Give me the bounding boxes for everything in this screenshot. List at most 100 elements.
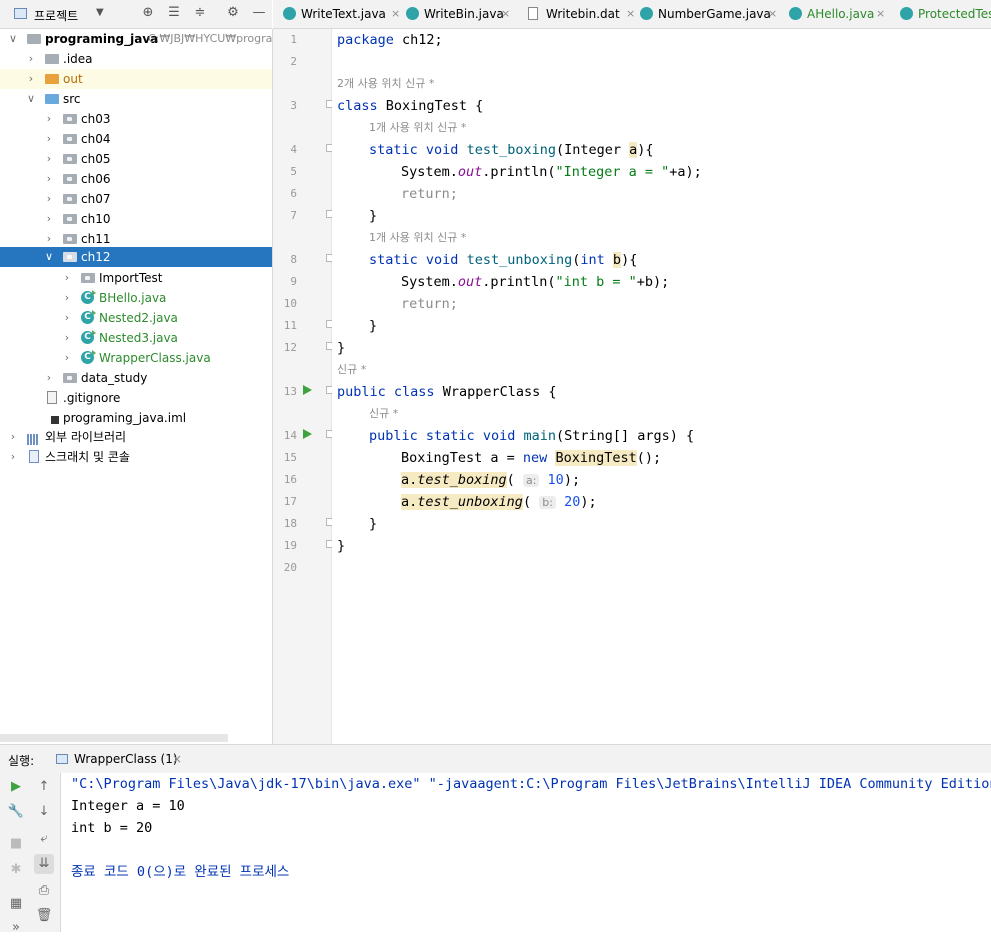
soft-wrap-icon[interactable]: ⤶ (34, 829, 54, 849)
gear-icon[interactable]: ⚙ (225, 5, 241, 21)
tree-item-external-libraries[interactable]: › 외부 라이브러리 (0, 427, 272, 447)
code-text: ; (449, 296, 458, 312)
java-class-icon: C (81, 290, 96, 304)
tab-writetext[interactable]: WriteText.java × (283, 0, 400, 28)
chevron-right-icon[interactable]: › (7, 447, 19, 467)
chevron-right-icon[interactable]: › (25, 49, 37, 69)
tree-item-wrapperclass[interactable]: › C WrapperClass.java (0, 348, 272, 368)
debug-icon[interactable]: ✱ (6, 860, 26, 880)
chevron-down-icon[interactable]: ∨ (25, 89, 37, 109)
tree-item-label: ch05 (81, 152, 111, 166)
down-arrow-icon[interactable]: ↓ (34, 802, 54, 822)
close-icon[interactable]: × (391, 0, 400, 28)
horizontal-scrollbar[interactable] (0, 734, 228, 742)
tree-item-scratches[interactable]: › 스크래치 및 콘솔 (0, 447, 272, 467)
tree-item-nested2[interactable]: › C Nested2.java (0, 308, 272, 328)
tree-item-src[interactable]: ∨ src (0, 89, 272, 109)
tab-writebin[interactable]: WriteBin.java × (406, 0, 516, 28)
new-hint[interactable]: 신규 * (337, 359, 366, 381)
chevron-right-icon[interactable]: › (43, 209, 55, 229)
keyword: static (369, 252, 418, 268)
locate-icon[interactable]: ⊕ (140, 5, 156, 21)
chevron-right-icon[interactable]: › (61, 308, 73, 328)
code-line-15: BoxingTest a = new BoxingTest(); (401, 447, 661, 469)
stop-icon[interactable]: ■ (6, 834, 26, 854)
keyword: static (369, 142, 418, 158)
chevron-down-icon[interactable]: ∨ (43, 247, 55, 267)
chevron-right-icon[interactable]: › (7, 427, 19, 447)
tree-item-ch06[interactable]: › ch06 (0, 169, 272, 189)
chevron-right-icon[interactable]: › (25, 69, 37, 89)
more-icon[interactable]: » (6, 918, 26, 938)
print-icon[interactable]: ⎙ (34, 881, 54, 901)
tree-item-gitignore[interactable]: .gitignore (0, 388, 272, 408)
tree-item-bhello[interactable]: › C BHello.java (0, 288, 272, 308)
close-icon[interactable]: × (172, 752, 182, 766)
usage-hint[interactable]: 2개 사용 위치 신규 * (337, 73, 434, 95)
close-icon[interactable]: × (768, 0, 777, 28)
source-folder-icon (45, 94, 59, 104)
tree-item-ch11[interactable]: › ch11 (0, 229, 272, 249)
package-icon (63, 134, 77, 144)
up-arrow-icon[interactable]: ↑ (34, 777, 54, 797)
wrench-icon[interactable]: 🔧 (6, 802, 26, 822)
chevron-down-icon[interactable]: ▼ (96, 7, 104, 18)
run-tab[interactable]: WrapperClass (1) (74, 752, 178, 766)
method-name: main (523, 428, 557, 444)
tab-writebin-dat[interactable]: Writebin.dat × (528, 0, 638, 28)
layout-icon[interactable]: ▦ (6, 894, 26, 914)
chevron-right-icon[interactable]: › (43, 169, 55, 189)
usage-hint[interactable]: 1개 사용 위치 신규 * (369, 227, 466, 249)
code-editor[interactable]: package ch12; 2개 사용 위치 신규 * class Boxing… (332, 29, 991, 744)
chevron-right-icon[interactable]: › (43, 129, 55, 149)
code-text: +a); (669, 164, 702, 180)
chevron-right-icon[interactable]: › (43, 149, 55, 169)
tree-item-data-study[interactable]: › data_study (0, 368, 272, 388)
expand-all-icon[interactable]: ☰ (166, 5, 182, 21)
chevron-down-icon[interactable]: ∨ (7, 29, 19, 49)
chevron-right-icon[interactable]: › (61, 348, 73, 368)
chevron-right-icon[interactable]: › (61, 268, 73, 288)
collapse-all-icon[interactable]: ≑ (192, 5, 208, 21)
tree-item-ch10[interactable]: › ch10 (0, 209, 272, 229)
chevron-right-icon[interactable]: › (43, 189, 55, 209)
close-icon[interactable]: × (501, 0, 510, 28)
console-output[interactable]: "C:\Program Files\Java\jdk-17\bin\java.e… (61, 773, 991, 932)
tree-item-label: 외부 라이브러리 (45, 430, 127, 444)
trash-icon[interactable]: 🗑 (34, 906, 54, 926)
tree-item-importtest[interactable]: › ImportTest (0, 268, 272, 288)
rerun-icon[interactable]: ▶ (6, 777, 26, 797)
run-main-icon[interactable] (303, 429, 312, 439)
tree-item-out[interactable]: › out (0, 69, 272, 89)
tree-item-ch05[interactable]: › ch05 (0, 149, 272, 169)
gitignore-file-icon (47, 391, 57, 404)
chevron-right-icon[interactable]: › (43, 368, 55, 388)
run-class-icon[interactable] (303, 385, 312, 395)
tree-item-nested3[interactable]: › C Nested3.java (0, 328, 272, 348)
tree-item-ch12[interactable]: ∨ ch12 (0, 247, 272, 267)
chevron-right-icon[interactable]: › (61, 328, 73, 348)
line-number: 11 (283, 319, 297, 332)
code-line-10: return; (401, 293, 458, 315)
tree-item-idea[interactable]: › .idea (0, 49, 272, 69)
scroll-to-end-icon[interactable]: ⇊ (34, 854, 54, 874)
close-icon[interactable]: × (876, 0, 885, 28)
tab-numbergame[interactable]: NumberGame.java × (640, 0, 780, 28)
chevron-right-icon[interactable]: › (61, 288, 73, 308)
tree-item-iml[interactable]: programing_java.iml (0, 408, 272, 428)
tree-item-ch04[interactable]: › ch04 (0, 129, 272, 149)
tree-root[interactable]: ∨ programing_java C:₩JBJ₩HYCU₩prograr (0, 29, 277, 49)
code-text: ; (449, 186, 458, 202)
chevron-right-icon[interactable]: › (43, 229, 55, 249)
tree-item-ch03[interactable]: › ch03 (0, 109, 272, 129)
new-hint[interactable]: 신규 * (369, 403, 398, 425)
usage-hint[interactable]: 1개 사용 위치 신규 * (369, 117, 466, 139)
project-panel-title[interactable]: 프로젝트 (34, 7, 78, 24)
hide-icon[interactable]: — (251, 5, 267, 21)
chevron-right-icon[interactable]: › (43, 109, 55, 129)
tab-ahello[interactable]: AHello.java × (789, 0, 889, 28)
close-icon[interactable]: × (626, 0, 635, 28)
tree-item-ch07[interactable]: › ch07 (0, 189, 272, 209)
folder-icon (45, 54, 59, 64)
tab-protectedtest[interactable]: ProtectedTest (900, 0, 991, 28)
